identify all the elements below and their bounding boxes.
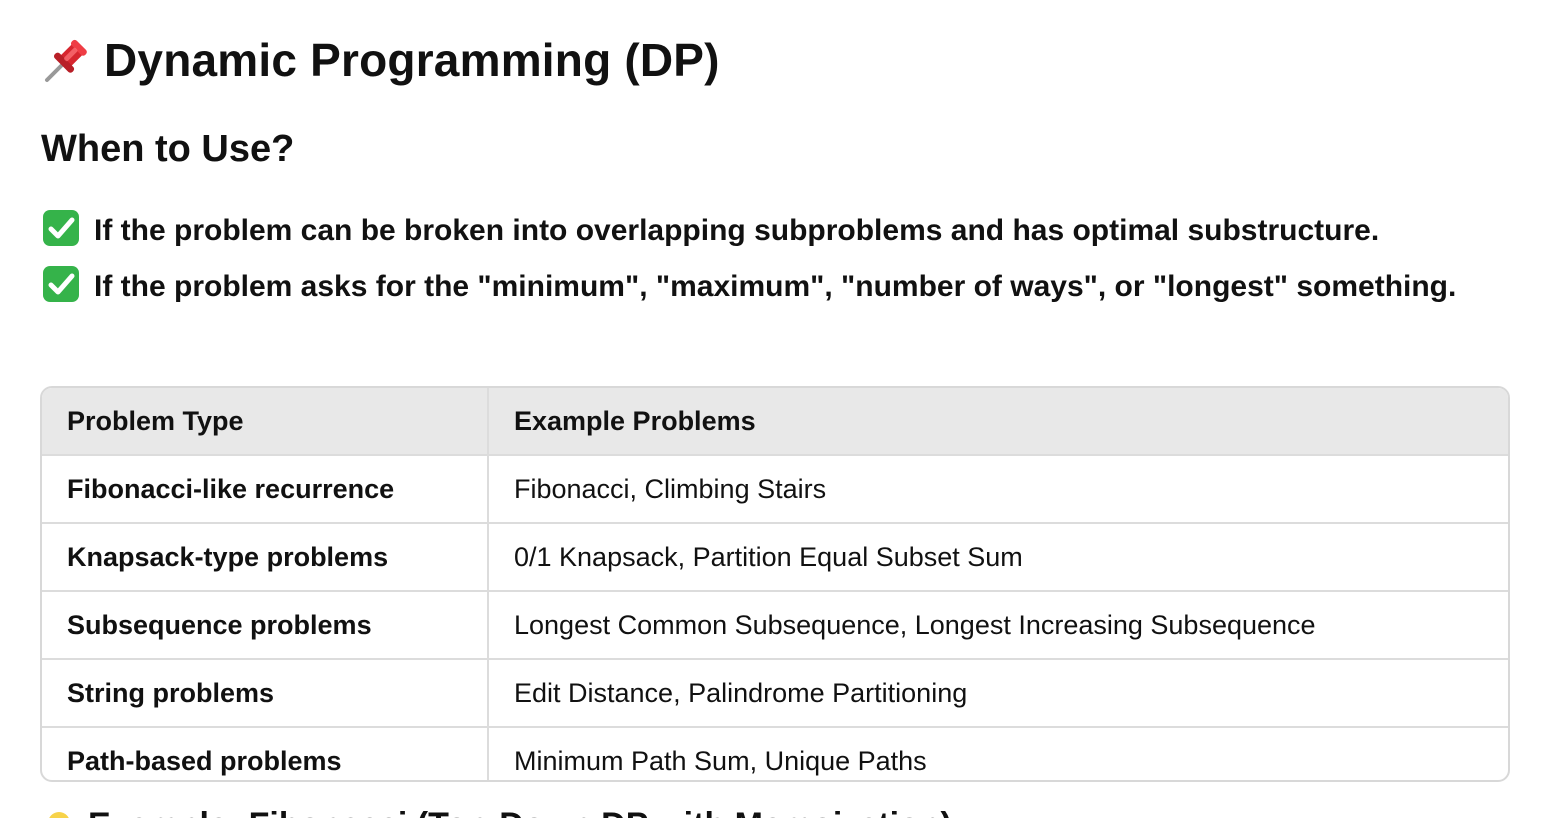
criterion-item: If the problem asks for the "minimum", "…	[41, 259, 1511, 315]
table-cell-example-problems: Minimum Path Sum, Unique Paths	[514, 745, 927, 776]
criterion-item: If the problem can be broken into overla…	[41, 203, 1511, 259]
table-cell-example-problems: Longest Common Subsequence, Longest Incr…	[488, 591, 1508, 660]
table-header-example-problems: Example Problems	[488, 388, 1508, 456]
table-row: Path-based problems Minimum Path Sum, Un…	[42, 727, 1508, 780]
criterion-text: If the problem can be broken into overla…	[94, 214, 1380, 247]
table-row: Knapsack-type problems 0/1 Knapsack, Par…	[42, 523, 1508, 592]
problem-types-table: Problem Type Example Problems Fibonacci-…	[40, 386, 1510, 782]
table-cell-problem-type: Knapsack-type problems	[42, 523, 489, 592]
table-cell-problem-type: Fibonacci-like recurrence	[42, 455, 489, 524]
document-title: Dynamic Programming (DP)	[42, 28, 720, 92]
table-header-row: Problem Type Example Problems	[42, 388, 1508, 456]
partial-heading-text: Example: Fibonacci (Top-Down DP with Mem…	[88, 806, 952, 818]
table-header-problem-type: Problem Type	[42, 388, 489, 456]
lightbulb-icon	[42, 809, 76, 818]
table-row: String problems Edit Distance, Palindrom…	[42, 659, 1508, 728]
table-cell-problem-type: String problems	[42, 659, 489, 728]
criteria-list: If the problem can be broken into overla…	[41, 203, 1511, 315]
table-cell-problem-type: Subsequence problems	[42, 591, 489, 660]
check-mark-icon	[41, 264, 81, 304]
table-row: Fibonacci-like recurrence Fibonacci, Cli…	[42, 455, 1508, 524]
table-cell-example-problems: Fibonacci, Climbing Stairs	[488, 455, 1508, 524]
document-page: Dynamic Programming (DP) When to Use? If…	[0, 0, 1544, 818]
table-cell-problem-type: Path-based problems	[42, 727, 489, 780]
table-cell-example-problems: 0/1 Knapsack, Partition Equal Subset Sum	[488, 523, 1508, 592]
section-heading: When to Use?	[41, 128, 295, 170]
pushpin-icon	[42, 35, 92, 85]
check-mark-icon	[41, 208, 81, 248]
criterion-text: If the problem asks for the "minimum", "…	[94, 270, 1457, 303]
table-cell-example-problems: Edit Distance, Palindrome Partitioning	[488, 659, 1508, 728]
title-text: Dynamic Programming (DP)	[104, 34, 720, 86]
partial-next-heading: Example: Fibonacci (Top-Down DP with Mem…	[42, 806, 952, 818]
problem-table: Problem Type Example Problems Fibonacci-…	[42, 388, 1508, 780]
table-row: Subsequence problems Longest Common Subs…	[42, 591, 1508, 660]
